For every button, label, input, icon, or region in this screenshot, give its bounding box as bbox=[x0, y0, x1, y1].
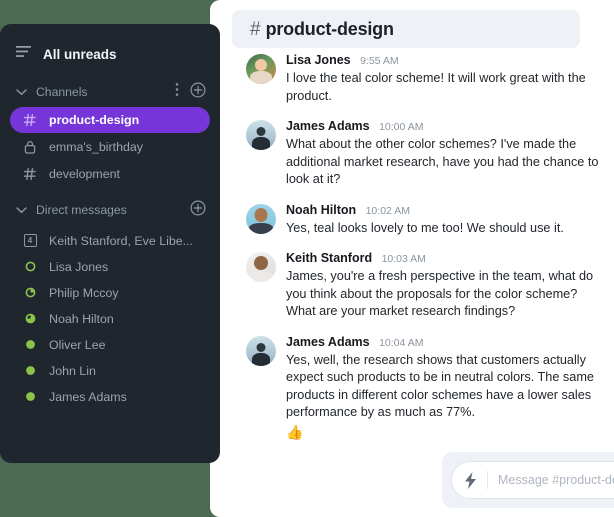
message-text: James, you're a fresh perspective in the… bbox=[286, 269, 594, 318]
channel-name: product-design bbox=[49, 113, 140, 127]
status-full-icon bbox=[22, 339, 38, 350]
chevron-down-icon[interactable] bbox=[14, 88, 28, 96]
message-input[interactable] bbox=[498, 473, 614, 487]
message-item: Noah Hilton 10:02 AM Yes, teal looks lov… bbox=[246, 202, 600, 238]
message-text: Yes, well, the research shows that custo… bbox=[286, 352, 594, 420]
sidebar-item-all-unreads[interactable]: All unreads bbox=[0, 39, 220, 69]
list-item[interactable]: Philip Mccoy bbox=[10, 280, 210, 305]
message-text: I love the teal color scheme! It will wo… bbox=[286, 71, 586, 103]
hash-icon bbox=[22, 114, 38, 126]
list-item[interactable]: 4 Keith Stanford, Eve Libe... bbox=[10, 228, 210, 253]
all-unreads-label: All unreads bbox=[43, 46, 117, 62]
hash-icon: # bbox=[250, 18, 261, 40]
message-meta: Lisa Jones 9:55 AM bbox=[286, 52, 600, 69]
status-full-icon bbox=[22, 391, 38, 402]
list-item[interactable]: James Adams bbox=[10, 384, 210, 409]
message-meta: Noah Hilton 10:02 AM bbox=[286, 202, 600, 219]
chevron-down-icon[interactable] bbox=[14, 206, 28, 214]
channels-section-header[interactable]: Channels bbox=[0, 78, 220, 106]
channel-name: development bbox=[49, 167, 120, 181]
sidebar-item-development[interactable]: development bbox=[10, 161, 210, 187]
message-author: James Adams bbox=[286, 334, 370, 349]
message-item: James Adams 10:04 AM Yes, well, the rese… bbox=[246, 334, 600, 441]
dm-name: Noah Hilton bbox=[49, 311, 114, 326]
unreads-lines-icon bbox=[16, 45, 31, 63]
channels-label: Channels bbox=[36, 85, 88, 99]
hash-icon bbox=[22, 168, 38, 180]
list-item[interactable]: Lisa Jones bbox=[10, 254, 210, 279]
dm-name: Oliver Lee bbox=[49, 337, 106, 352]
list-item[interactable]: John Lin bbox=[10, 358, 210, 383]
keith-stanford-avatar bbox=[246, 252, 276, 282]
sidebar-item-product-design[interactable]: product-design bbox=[10, 107, 210, 133]
group-count-icon: 4 bbox=[22, 234, 38, 247]
channel-header[interactable]: # product-design bbox=[232, 10, 580, 48]
message-composer: T T bbox=[442, 452, 614, 508]
message-body: James Adams 10:00 AM What about the othe… bbox=[286, 118, 600, 189]
message-body: James Adams 10:04 AM Yes, well, the rese… bbox=[286, 334, 600, 441]
message-body: Lisa Jones 9:55 AM I love the teal color… bbox=[286, 52, 600, 105]
lisa-jones-avatar bbox=[246, 54, 276, 84]
more-vertical-icon[interactable] bbox=[175, 82, 179, 102]
list-item[interactable]: Noah Hilton bbox=[10, 306, 210, 331]
dm-name: Philip Mccoy bbox=[49, 285, 119, 300]
dm-name: John Lin bbox=[49, 363, 96, 378]
lock-icon bbox=[22, 140, 38, 154]
chat-panel: # product-design Lisa Jones 9:55 AM I lo… bbox=[210, 0, 614, 517]
status-half-icon bbox=[22, 313, 38, 324]
direct-message-list: 4 Keith Stanford, Eve Libe... Lisa Jones bbox=[0, 228, 220, 409]
noah-hilton-avatar bbox=[246, 203, 276, 234]
direct-messages-label: Direct messages bbox=[36, 203, 127, 217]
message-timestamp: 10:03 AM bbox=[381, 253, 426, 265]
message-meta: James Adams 10:00 AM bbox=[286, 118, 600, 135]
message-timestamp: 9:55 AM bbox=[360, 55, 399, 67]
status-quarter-icon bbox=[22, 287, 38, 298]
message-timestamp: 10:00 AM bbox=[379, 121, 424, 133]
dm-name: Keith Stanford, Eve Libe... bbox=[49, 233, 193, 248]
message-meta: Keith Stanford 10:03 AM bbox=[286, 250, 600, 267]
list-item[interactable]: Oliver Lee bbox=[10, 332, 210, 357]
message-item: Lisa Jones 9:55 AM I love the teal color… bbox=[246, 52, 600, 105]
channel-name: emma's_birthday bbox=[49, 140, 143, 154]
message-item: Keith Stanford 10:03 AM James, you're a … bbox=[246, 250, 600, 321]
message-author: Keith Stanford bbox=[286, 251, 373, 265]
message-text: What about the other color schemes? I've… bbox=[286, 137, 599, 186]
james-adams-avatar bbox=[246, 120, 276, 150]
message-author: Lisa Jones bbox=[286, 53, 351, 67]
status-ring-icon bbox=[22, 261, 38, 272]
group-member-count: 4 bbox=[23, 234, 37, 247]
message-meta: James Adams 10:04 AM bbox=[286, 334, 600, 351]
sidebar-item-emmas-birthday[interactable]: emma's_birthday bbox=[10, 134, 210, 160]
message-item: James Adams 10:00 AM What about the othe… bbox=[246, 118, 600, 189]
message-list[interactable]: Lisa Jones 9:55 AM I love the teal color… bbox=[210, 52, 614, 452]
message-body: Noah Hilton 10:02 AM Yes, teal looks lov… bbox=[286, 202, 600, 238]
status-full-icon bbox=[22, 365, 38, 376]
message-timestamp: 10:02 AM bbox=[365, 204, 410, 217]
message-author: Noah Hilton bbox=[286, 202, 357, 217]
composer-divider bbox=[487, 471, 488, 489]
message-text: Yes, teal looks lovely to me too! We sho… bbox=[286, 220, 564, 235]
sidebar: All unreads Channels product-design emma… bbox=[0, 24, 220, 463]
plus-circle-icon[interactable] bbox=[190, 199, 206, 221]
james-adams-avatar bbox=[246, 335, 276, 366]
dm-name: James Adams bbox=[49, 389, 127, 404]
composer-field-group: T T bbox=[451, 461, 614, 499]
message-body: Keith Stanford 10:03 AM James, you're a … bbox=[286, 250, 600, 321]
message-author: James Adams bbox=[286, 119, 370, 133]
message-timestamp: 10:04 AM bbox=[379, 336, 424, 349]
direct-messages-section-header[interactable]: Direct messages bbox=[0, 196, 220, 224]
dm-name: Lisa Jones bbox=[49, 259, 109, 274]
plus-circle-icon[interactable] bbox=[190, 81, 206, 103]
thumbs-up-reaction[interactable]: 👍 bbox=[286, 423, 600, 441]
lightning-bolt-icon[interactable] bbox=[464, 471, 477, 489]
app-root: # product-design Lisa Jones 9:55 AM I lo… bbox=[0, 0, 614, 517]
page-title: product-design bbox=[265, 18, 394, 39]
